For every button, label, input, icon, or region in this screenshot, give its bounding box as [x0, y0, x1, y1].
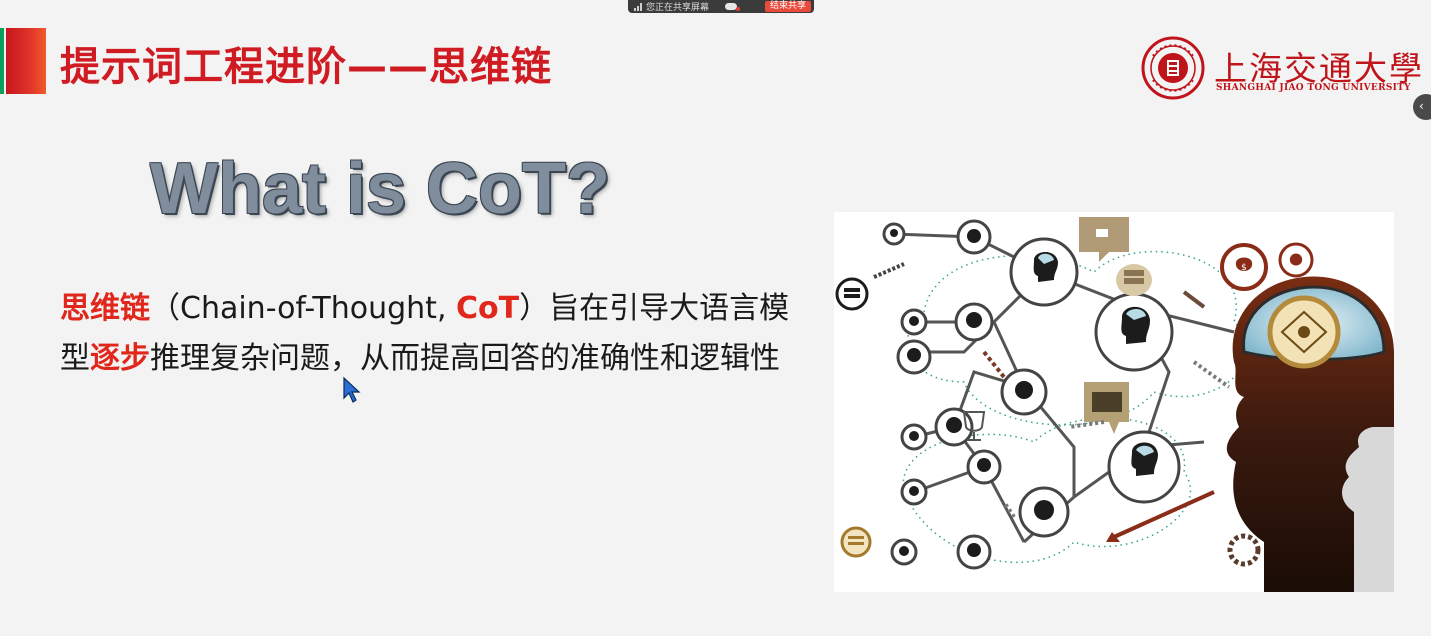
term-abbr: CoT — [456, 291, 520, 326]
chain-of-thought-network-illustration: $ — [834, 212, 1394, 592]
money-bag-icon: $ — [1220, 243, 1268, 291]
screen-share-toolbar: 您正在共享屏幕 结束共享 — [628, 0, 814, 13]
paragraph-text-2: 推理复杂问题，从而提高回答的准确性和逻辑性 — [150, 341, 780, 376]
title-red-block — [6, 28, 46, 94]
cloud-record-icon[interactable] — [725, 3, 741, 11]
stop-sharing-button[interactable]: 结束共享 — [764, 1, 811, 12]
collapse-panel-button[interactable]: ‹ — [1413, 94, 1431, 120]
paren-open-text: （Chain-of-Thought, — [150, 291, 457, 326]
slide-paragraph: 思维链（Chain-of-Thought, CoT）旨在引导大语言模型逐步推理复… — [60, 284, 795, 384]
slide-title: 提示词工程进阶——思维链 — [60, 44, 552, 90]
slide-heading: What is CoT? — [150, 149, 610, 229]
title-accent-bar — [0, 28, 4, 94]
emphasis-text: 逐步 — [90, 341, 150, 376]
svg-text:$: $ — [1241, 263, 1247, 273]
signal-icon — [634, 2, 642, 11]
university-seal-icon — [1141, 36, 1205, 100]
term-cn: 思维链 — [60, 291, 150, 326]
university-name-en: SHANGHAI JIAO TONG UNIVERSITY — [1216, 83, 1411, 93]
mouse-cursor-icon — [343, 376, 361, 403]
share-status-text: 您正在共享屏幕 — [646, 3, 710, 13]
